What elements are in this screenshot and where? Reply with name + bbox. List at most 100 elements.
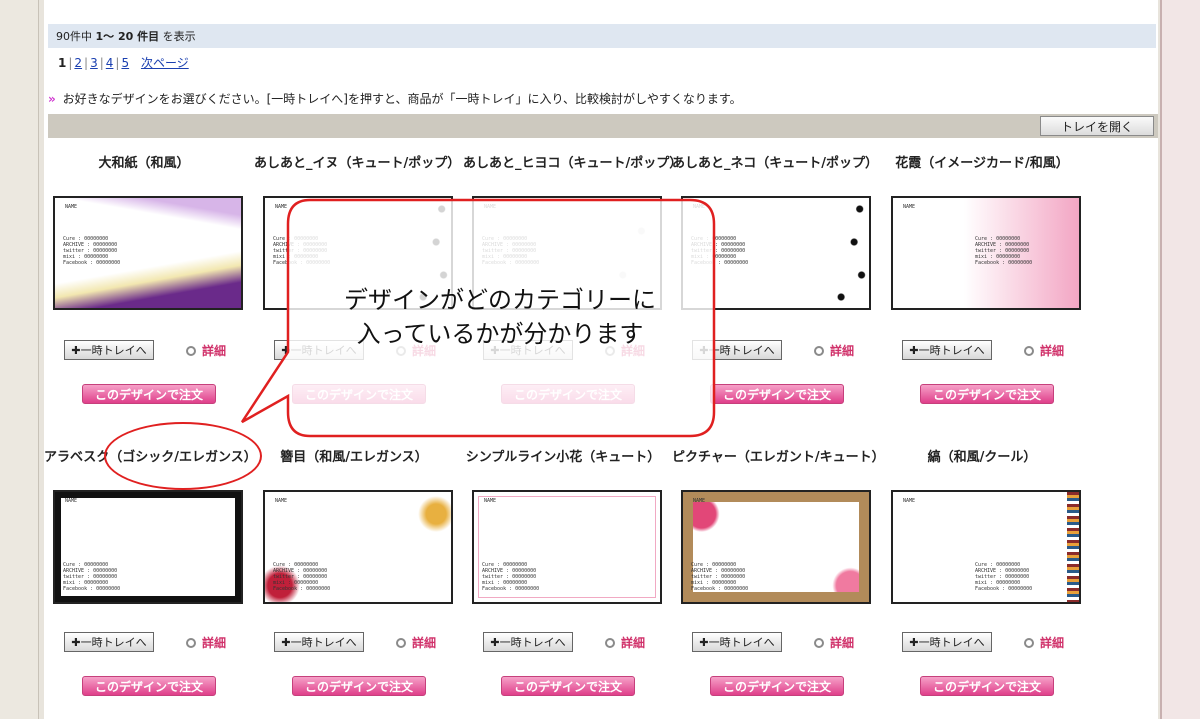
design-thumbnail[interactable]: NAME Cure : 00000000 ARCHIVE : 00000000 tw… bbox=[891, 196, 1081, 310]
design-title[interactable]: あしあと_イヌ（キュート/ポップ） bbox=[254, 152, 460, 171]
thumbnail-details: Cure : 00000000 ARCHIVE : 00000000 twitter… bbox=[63, 236, 120, 266]
page-link-2[interactable]: 2 bbox=[74, 56, 82, 70]
magnifier-icon bbox=[605, 638, 615, 648]
add-to-tray-button[interactable]: ✚一時トレイへ bbox=[692, 632, 782, 652]
detail-label: 詳細 bbox=[621, 636, 646, 650]
add-to-tray-button[interactable]: ✚一時トレイへ bbox=[64, 632, 154, 652]
detail-link[interactable]: 詳細 bbox=[396, 634, 436, 651]
instruction-line: » お好きなデザインをお選びください。[一時トレイへ]を押すと、商品が「一時トレ… bbox=[48, 90, 742, 107]
order-design-button[interactable]: このデザインで注文 bbox=[82, 676, 216, 696]
page-link-5[interactable]: 5 bbox=[121, 56, 129, 70]
thumbnail-details: Cure : 00000000 ARCHIVE : 00000000 twitter… bbox=[482, 236, 539, 266]
detail-label: 詳細 bbox=[202, 344, 227, 358]
add-to-tray-button[interactable]: ✚一時トレイへ bbox=[902, 632, 992, 652]
design-title[interactable]: シンプルライン小花（キュート） bbox=[463, 446, 663, 465]
detail-link[interactable]: 詳細 bbox=[814, 342, 854, 359]
magnifier-icon bbox=[814, 346, 824, 356]
thumbnail-detail-line: Facebook : 00000000 bbox=[63, 260, 121, 266]
callout-line-2: 入っているかが分かります bbox=[356, 320, 644, 348]
design-title[interactable]: 大和紙（和風） bbox=[44, 152, 244, 171]
add-to-tray-button[interactable]: ✚一時トレイへ bbox=[483, 632, 573, 652]
thumbnail-name: NAME bbox=[693, 204, 706, 210]
thumbnail-name: NAME bbox=[903, 204, 916, 210]
design-title[interactable]: 簪目（和風/エレガンス） bbox=[254, 446, 454, 465]
detail-link[interactable]: 詳細 bbox=[814, 634, 854, 651]
thumbnail-details: Cure : 00000000 ARCHIVE : 00000000 twitter… bbox=[63, 562, 120, 592]
thumbnail-name: NAME bbox=[693, 498, 706, 504]
design-thumbnail[interactable]: NAME Cure : 00000000 ARCHIVE : 00000000 tw… bbox=[891, 490, 1081, 604]
thumbnail-name: NAME bbox=[275, 498, 288, 504]
order-design-button[interactable]: このデザインで注文 bbox=[710, 384, 844, 404]
thumbnail-detail-line: Facebook : 00000000 bbox=[691, 260, 749, 266]
design-title[interactable]: ピクチャー（エレガント/キュート） bbox=[672, 446, 885, 465]
design-thumbnail[interactable]: NAME Cure : 00000000 ARCHIVE : 00000000 tw… bbox=[53, 196, 243, 310]
pagination: 1 | 2 | 3 | 4 | 5 次ページ bbox=[58, 56, 189, 70]
thumbnail-details: Cure : 00000000 ARCHIVE : 00000000 twitter… bbox=[482, 562, 539, 592]
thumbnail-name: NAME bbox=[275, 204, 288, 210]
thumbnail-name: NAME bbox=[903, 498, 916, 504]
main-content: 90件中 1～ 20 件目 を表示 1 | 2 | 3 | 4 | 5 次ページ » お好きなデ… bbox=[44, 0, 1158, 719]
order-design-button[interactable]: このデザインで注文 bbox=[501, 676, 635, 696]
design-title[interactable]: 縞（和風/クール） bbox=[882, 446, 1082, 465]
tray-bar: トレイを開く bbox=[48, 114, 1158, 138]
thumbnail-details: Cure : 00000000 ARCHIVE : 00000000 twitter… bbox=[975, 236, 1032, 266]
count-total: 90件中 bbox=[56, 30, 92, 43]
design-thumbnail[interactable]: NAME Cure : 00000000 ARCHIVE : 00000000 tw… bbox=[681, 490, 871, 604]
highlight-oval bbox=[104, 422, 262, 490]
detail-link[interactable]: 詳細 bbox=[1024, 342, 1064, 359]
page-link-4[interactable]: 4 bbox=[106, 56, 114, 70]
design-thumbnail[interactable]: NAME Cure : 00000000 ARCHIVE : 00000000 tw… bbox=[263, 490, 453, 604]
thumbnail-detail-line: Facebook : 00000000 bbox=[691, 586, 749, 592]
magnifier-icon bbox=[396, 638, 406, 648]
thumbnail-detail-line: Facebook : 00000000 bbox=[273, 586, 331, 592]
order-design-button[interactable]: このデザインで注文 bbox=[710, 676, 844, 696]
detail-link[interactable]: 詳細 bbox=[1024, 634, 1064, 651]
magnifier-icon bbox=[186, 638, 196, 648]
thumbnail-details: Cure : 00000000 ARCHIVE : 00000000 twitter… bbox=[691, 236, 748, 266]
instruction-text: お好きなデザインをお選びください。[一時トレイへ]を押すと、商品が「一時トレイ」… bbox=[62, 92, 742, 106]
order-design-button[interactable]: このデザインで注文 bbox=[292, 676, 426, 696]
add-to-tray-button[interactable]: ✚一時トレイへ bbox=[274, 632, 364, 652]
design-title[interactable]: あしあと_ヒヨコ（キュート/ポップ） bbox=[463, 152, 682, 171]
thumbnail-name: NAME bbox=[65, 498, 78, 504]
detail-link[interactable]: 詳細 bbox=[605, 634, 645, 651]
detail-label: 詳細 bbox=[830, 636, 855, 650]
count-suffix: を表示 bbox=[162, 30, 196, 43]
order-design-button[interactable]: このデザインで注文 bbox=[82, 384, 216, 404]
thumbnail-detail-line: Facebook : 00000000 bbox=[273, 260, 331, 266]
order-design-button[interactable]: このデザインで注文 bbox=[920, 384, 1054, 404]
page-current: 1 bbox=[58, 56, 67, 70]
detail-link[interactable]: 詳細 bbox=[186, 634, 226, 651]
design-thumbnail[interactable]: NAME Cure : 00000000 ARCHIVE : 00000000 tw… bbox=[472, 490, 662, 604]
magnifier-icon bbox=[1024, 346, 1034, 356]
order-design-button[interactable]: このデザインで注文 bbox=[292, 384, 426, 404]
thumbnail-name: NAME bbox=[484, 498, 497, 504]
next-page-link[interactable]: 次ページ bbox=[141, 56, 189, 70]
open-tray-button[interactable]: トレイを開く bbox=[1040, 116, 1154, 136]
thumbnail-detail-line: Facebook : 00000000 bbox=[482, 260, 540, 266]
count-range: 1～ 20 件目 bbox=[95, 30, 160, 43]
thumbnail-details: Cure : 00000000 ARCHIVE : 00000000 twitter… bbox=[273, 236, 330, 266]
magnifier-icon bbox=[186, 346, 196, 356]
thumbnail-name: NAME bbox=[484, 204, 497, 210]
design-thumbnail[interactable]: NAME Cure : 00000000 ARCHIVE : 00000000 tw… bbox=[53, 490, 243, 604]
result-count-bar: 90件中 1～ 20 件目 を表示 bbox=[48, 24, 1156, 48]
design-title[interactable]: 花霞（イメージカード/和風） bbox=[882, 152, 1082, 171]
design-title[interactable]: あしあと_ネコ（キュート/ポップ） bbox=[672, 152, 878, 171]
detail-label: 詳細 bbox=[412, 636, 437, 650]
thumbnail-detail-line: Facebook : 00000000 bbox=[482, 586, 540, 592]
thumbnail-details: Cure : 00000000 ARCHIVE : 00000000 twitter… bbox=[691, 562, 748, 592]
page-link-3[interactable]: 3 bbox=[90, 56, 98, 70]
add-to-tray-button[interactable]: ✚一時トレイへ bbox=[902, 340, 992, 360]
detail-label: 詳細 bbox=[830, 344, 855, 358]
callout-text: デザインがどのカテゴリーに 入っているかが分かります bbox=[290, 283, 710, 351]
detail-link[interactable]: 詳細 bbox=[186, 342, 226, 359]
add-to-tray-button[interactable]: ✚一時トレイへ bbox=[64, 340, 154, 360]
thumbnail-detail-line: Facebook : 00000000 bbox=[975, 260, 1033, 266]
thumbnail-name: NAME bbox=[65, 204, 78, 210]
magnifier-icon bbox=[814, 638, 824, 648]
thumbnail-detail-line: Facebook : 00000000 bbox=[975, 586, 1033, 592]
order-design-button[interactable]: このデザインで注文 bbox=[920, 676, 1054, 696]
magnifier-icon bbox=[1024, 638, 1034, 648]
order-design-button[interactable]: このデザインで注文 bbox=[501, 384, 635, 404]
